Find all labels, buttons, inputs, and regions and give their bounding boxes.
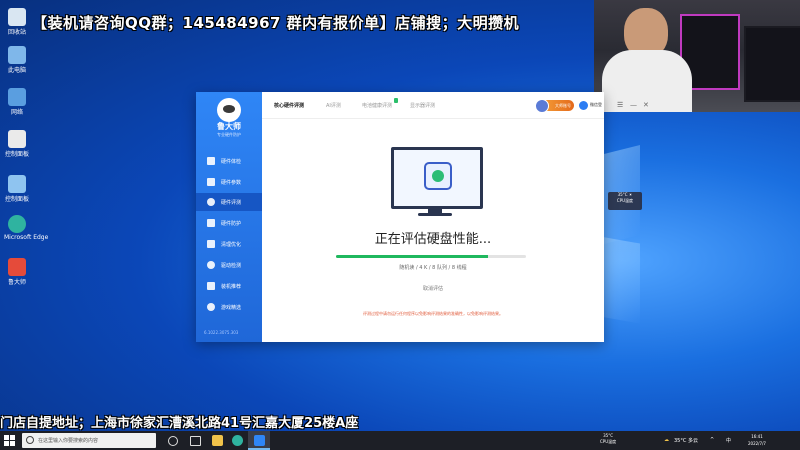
sidebar: 鲁大师 专业硬件防护 硬件体检 硬件参数 硬件评测 硬件防护 清理优化 驱动检测… [196,92,262,342]
file-explorer-icon[interactable] [212,435,223,446]
benchmark-warning: 评测过程中请勿运行任何程序以免影响评测结果的准确性，以免影响评测结果。 [363,311,503,316]
network-icon [8,88,26,106]
search-icon [26,436,34,444]
benchmark-monitor-illustration [391,147,483,209]
weather-label[interactable]: 35°C 多云 [674,437,698,444]
taskbar-ludashi-button[interactable] [248,431,270,450]
minimize-icon[interactable]: — [630,102,637,109]
tab-battery-benchmark[interactable]: 电池健康评测 [362,102,392,109]
game-icon [207,303,215,311]
computer-icon [8,46,26,64]
taskbar-clock[interactable]: 16:41 2022/7/7 [748,433,766,447]
desktop-icon-network[interactable]: 网络 [4,88,30,116]
ludashi-logo [217,98,241,122]
nav-item-games[interactable]: 游戏精选 [196,298,262,316]
desktop-icon-control[interactable]: 控制面板 [4,175,30,203]
version-label: 6.1022.3075.303 [204,330,239,335]
brand-slogan: 专业硬件防护 [217,132,241,137]
pc-icon [207,282,215,290]
desktop-icon-ludashi[interactable]: 鲁大师 [4,258,30,286]
nav-item-hardware-protect[interactable]: 硬件防护 [196,214,262,232]
stream-banner: 【装机请咨询QQ群；145484967 群内有报价单】店铺搜；大明攒机 [32,14,520,32]
avatar [535,99,549,113]
desktop-icon-this-pc[interactable]: 此电脑 [4,46,30,74]
broom-icon [207,240,215,248]
wechat-icon[interactable] [579,101,588,110]
monitor-icon [207,157,215,165]
windows-start-icon[interactable] [4,435,15,446]
cpu-temp-widget: 35°C ☀ CPU温度 [608,192,642,210]
webcam-overlay [594,0,800,112]
wechat-login-label[interactable]: 微信登 [590,102,602,108]
new-badge [394,98,398,103]
desktop-icon-edge[interactable]: Microsoft Edge [4,215,48,241]
taskbar-search-input[interactable]: 在这里输入你要搜索的内容 [22,433,156,448]
nav-item-build-recommend[interactable]: 装机推荐 [196,277,262,295]
tab-ai-benchmark[interactable]: AI评测 [326,102,341,109]
tray-chevron-icon[interactable]: ^ [710,437,714,443]
ludashi-window: 鲁大师 专业硬件防护 硬件体检 硬件参数 硬件评测 硬件防护 清理优化 驱动检测… [196,92,649,342]
close-icon[interactable]: ✕ [643,102,649,109]
cancel-benchmark-link[interactable]: 取消评估 [262,285,604,292]
wallpaper-light-beam [600,236,640,324]
progress-fill [336,255,488,258]
nav-item-hardware-benchmark[interactable]: 硬件评测 [196,193,262,211]
benchmark-progress-bar [336,255,526,258]
webcam-pc-case [744,26,800,102]
monitor-base [418,213,452,216]
cortana-icon[interactable] [168,436,178,446]
edge-icon[interactable] [232,435,243,446]
recycle-bin-icon [8,8,26,26]
nav-item-hardware-params[interactable]: 硬件参数 [196,173,262,191]
tab-display-benchmark[interactable]: 显示器评测 [410,102,435,109]
cpu-temp-tray[interactable]: 35°C CPU温度 [600,433,616,445]
desktop-icon-recycle-bin[interactable]: 回收站 [4,8,30,36]
top-bar: 核心硬件评测 AI评测 电池健康评测 显示器评测 大师账号 微信登 ☰ — ✕ [262,92,649,119]
task-view-icon[interactable] [190,436,201,446]
taskbar: 在这里输入你要搜索的内容 35°C CPU温度 ☁ 35°C 多云 ^ 中 16… [0,431,800,450]
benchmark-detail-text: 随机读 / 4 K / 8 队列 / 8 线程 [399,265,467,271]
menu-icon[interactable]: ☰ [617,102,623,109]
ludashi-icon [8,258,26,276]
edge-icon [8,215,26,233]
gauge-icon [207,198,215,206]
nav-item-hardware-check[interactable]: 硬件体检 [196,152,262,170]
tab-core-benchmark[interactable]: 核心硬件评测 [274,102,304,109]
weather-icon[interactable]: ☁ [664,437,669,443]
control-panel-icon [8,130,26,148]
benchmark-status-text: 正在评估硬盘性能... [374,232,492,247]
benchmark-app-icon [424,162,452,190]
list-icon [207,178,215,186]
ludashi-icon [254,435,265,446]
nav-item-cleanup[interactable]: 清理优化 [196,235,262,253]
driver-icon [207,261,215,269]
nav-item-driver[interactable]: 驱动检测 [196,256,262,274]
desktop-icon-control-panel[interactable]: 控制面板 [4,130,30,158]
brand-name: 鲁大师 [217,122,241,131]
store-address-caption: 门店自提地址；上海市徐家汇漕溪北路41号汇嘉大厦25楼A座 [0,416,359,431]
language-indicator[interactable]: 中 [726,437,731,444]
shield-icon [207,219,215,227]
window-icon [8,175,26,193]
